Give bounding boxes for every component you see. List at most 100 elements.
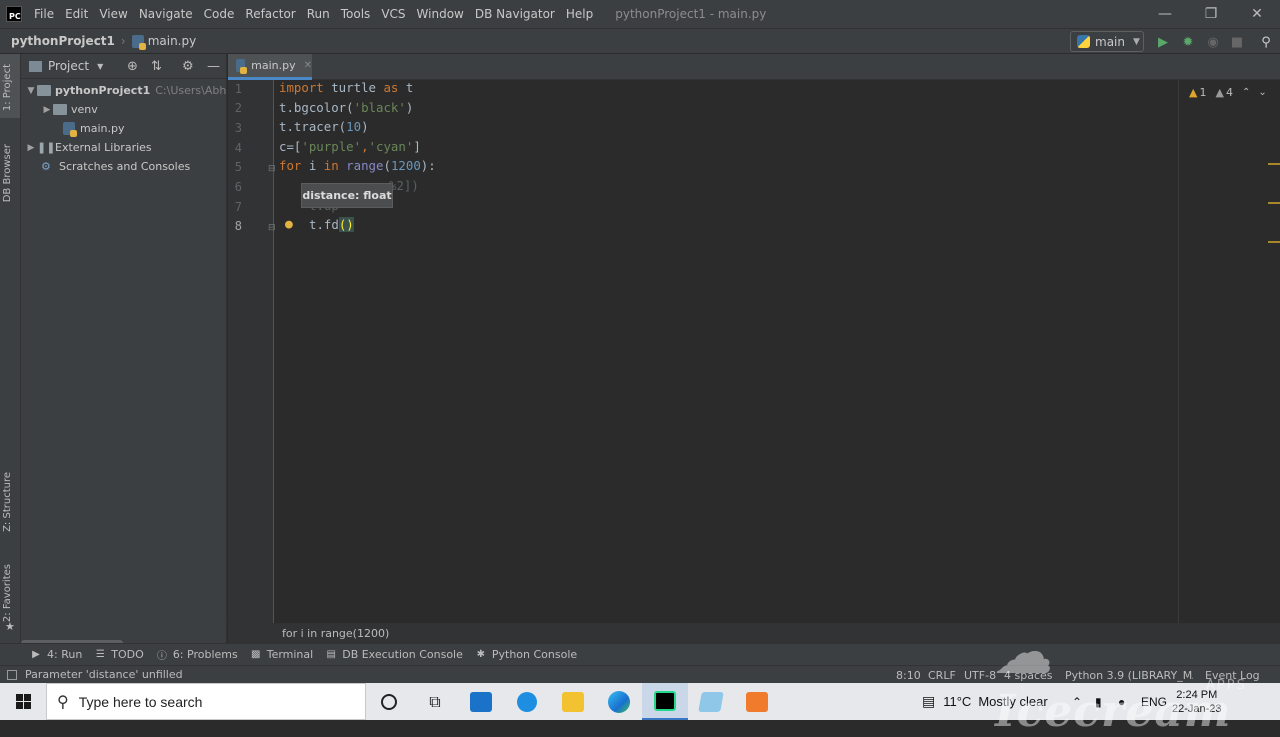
recorder-app-icon[interactable] xyxy=(734,683,780,720)
locate-file-icon[interactable]: ⊕ xyxy=(127,59,138,74)
editor-tab-main-py[interactable]: main.py ✕ xyxy=(228,54,312,80)
hide-panel-icon[interactable]: — xyxy=(207,59,220,74)
run-icon[interactable]: ▶ xyxy=(1155,34,1171,50)
error-stripe-marker[interactable] xyxy=(1268,202,1280,204)
library-icon: ❚❚ xyxy=(37,141,56,154)
menu-code[interactable]: Code xyxy=(204,7,235,21)
search-everywhere-icon[interactable]: ⚲ xyxy=(1258,34,1274,50)
line-number: 3 xyxy=(234,121,242,135)
indent-setting[interactable]: 4 spaces xyxy=(1004,666,1053,684)
line-number-current: 8 xyxy=(234,219,242,233)
menu-edit[interactable]: Edit xyxy=(65,7,88,21)
notepad-app-icon[interactable] xyxy=(688,683,734,720)
pycharm-logo-icon: PC xyxy=(6,6,22,22)
project-panel-header: Project ▼ ⊕ ⇅ ⚙ — xyxy=(21,54,226,79)
menu-run[interactable]: Run xyxy=(307,7,330,21)
stop-icon[interactable]: ■ xyxy=(1229,34,1245,50)
tree-item-label: main.py xyxy=(80,122,125,135)
tab-structure[interactable]: Z: Structure xyxy=(2,472,13,532)
tool-run[interactable]: ▶ 4: Run xyxy=(30,648,82,661)
python-file-icon xyxy=(236,59,248,74)
tool-terminal[interactable]: ▩ Terminal xyxy=(250,648,313,661)
run-with-coverage-icon[interactable]: ◉ xyxy=(1205,34,1221,50)
run-configuration-select[interactable]: main ▼ xyxy=(1070,31,1144,52)
edge-browser-icon[interactable] xyxy=(596,683,642,720)
code-editor[interactable]: import turtle as t t.bgcolor('black') t.… xyxy=(275,80,1178,623)
inspection-widget[interactable]: ▲ 1 ▲ 4 ⌃ ⌄ xyxy=(1189,86,1267,99)
pycharm-taskbar-icon[interactable] xyxy=(642,683,688,720)
tool-db-execution-console[interactable]: ▤ DB Execution Console xyxy=(325,648,462,661)
lightbulb-icon[interactable]: ● xyxy=(285,217,293,232)
tool-todo[interactable]: ☰ TODO xyxy=(94,648,144,661)
tab-db-browser[interactable]: DB Browser xyxy=(2,144,13,202)
file-encoding[interactable]: UTF-8 xyxy=(964,666,996,684)
toggle-tool-windows-icon[interactable] xyxy=(7,669,17,680)
chevron-down-icon[interactable]: ▼ xyxy=(25,86,37,96)
editor-tab-label: main.py xyxy=(251,59,296,72)
battery-icon[interactable]: ▮ xyxy=(1095,683,1102,720)
gear-icon[interactable]: ⚙ xyxy=(182,59,194,74)
close-icon[interactable]: ✕ xyxy=(1234,0,1280,28)
python-interpreter[interactable]: Python 3.9 (LIBRARY_MANAGEMENT) xyxy=(1065,666,1193,684)
tree-item-main-py[interactable]: main.py xyxy=(63,119,124,138)
code-line-2: t.bgcolor('black') xyxy=(279,100,414,115)
menu-window[interactable]: Window xyxy=(417,7,464,21)
python-icon: ✱ xyxy=(476,649,486,660)
breadcrumb-project[interactable]: pythonProject1 xyxy=(11,34,115,48)
windows-start-icon[interactable] xyxy=(0,683,46,720)
close-icon[interactable]: ✕ xyxy=(304,60,312,71)
line-separator[interactable]: CRLF xyxy=(928,666,956,684)
menu-view[interactable]: View xyxy=(99,7,127,21)
chevron-down-icon[interactable]: ▼ xyxy=(97,62,103,71)
caret-position[interactable]: 8:10 xyxy=(896,666,921,684)
project-view-icon xyxy=(29,60,42,72)
chevron-right-icon[interactable]: ▶ xyxy=(25,143,37,153)
chevron-right-icon[interactable]: ▶ xyxy=(41,105,53,115)
mail-app-icon[interactable] xyxy=(458,683,504,720)
tree-item-root[interactable]: ▼ pythonProject1 C:\Users\Abhish xyxy=(25,81,226,100)
menu-file[interactable]: File xyxy=(34,7,54,21)
collapse-all-icon[interactable]: ⇅ xyxy=(151,59,162,74)
tab-project[interactable]: 1: Project xyxy=(2,64,13,111)
debug-icon[interactable]: ✹ xyxy=(1180,34,1196,50)
error-stripe-marker[interactable] xyxy=(1268,241,1280,243)
menu-help[interactable]: Help xyxy=(566,7,593,21)
breadcrumb-file[interactable]: main.py xyxy=(148,34,197,48)
chevron-down-icon[interactable]: ⌄ xyxy=(1258,87,1266,98)
line-number: 2 xyxy=(234,101,242,115)
menu-bar: PC File Edit View Navigate Code Refactor… xyxy=(0,0,1280,28)
code-line-3: t.tracer(10) xyxy=(279,119,369,134)
taskbar-search-input[interactable]: ⚲ Type here to search xyxy=(46,683,366,720)
menu-db-navigator[interactable]: DB Navigator xyxy=(475,7,555,21)
menu-refactor[interactable]: Refactor xyxy=(245,7,295,21)
tree-item-venv[interactable]: ▶ venv xyxy=(41,100,98,119)
line-number: 5 xyxy=(234,160,242,174)
tool-problems[interactable]: ⓘ 6: Problems xyxy=(156,648,238,662)
restore-icon[interactable]: ❐ xyxy=(1188,0,1234,28)
menu-vcs[interactable]: VCS xyxy=(381,7,405,21)
messenger-app-icon[interactable] xyxy=(504,683,550,720)
menu-navigate[interactable]: Navigate xyxy=(139,7,193,21)
language-indicator[interactable]: ENG xyxy=(1141,683,1167,720)
menu-tools[interactable]: Tools xyxy=(341,7,371,21)
window-title: pythonProject1 - main.py xyxy=(615,7,767,21)
line-number: 4 xyxy=(234,141,242,155)
error-stripe-marker[interactable] xyxy=(1268,163,1280,165)
tree-item-external-libraries[interactable]: ▶ ❚❚ External Libraries xyxy=(25,138,152,157)
show-hidden-icons[interactable]: ⌃ xyxy=(1072,683,1082,720)
microphone-icon[interactable]: ● xyxy=(1118,683,1125,720)
editor-breadcrumb[interactable]: for i in range(1200) xyxy=(228,623,1280,643)
minimize-icon[interactable]: — xyxy=(1142,0,1188,28)
run-icon: ▶ xyxy=(32,649,40,660)
chevron-up-icon[interactable]: ⌃ xyxy=(1242,87,1250,98)
tool-python-console[interactable]: ✱ Python Console xyxy=(475,648,578,661)
file-explorer-icon[interactable] xyxy=(550,683,596,720)
weather-widget[interactable]: ▤ 11°C Mostly clear xyxy=(922,683,1048,720)
task-view-icon[interactable]: ⧉ xyxy=(412,683,458,720)
tab-favorites[interactable]: 2: Favorites xyxy=(2,564,13,622)
breadcrumb-scope[interactable]: for i in range(1200) xyxy=(282,627,389,640)
cortana-icon[interactable] xyxy=(366,683,412,720)
editor-right-margin: ▲ 1 ▲ 4 ⌃ ⌄ xyxy=(1178,80,1280,623)
tree-item-scratches[interactable]: ⚙ Scratches and Consoles xyxy=(41,157,190,176)
project-view-select[interactable]: Project xyxy=(48,59,89,73)
